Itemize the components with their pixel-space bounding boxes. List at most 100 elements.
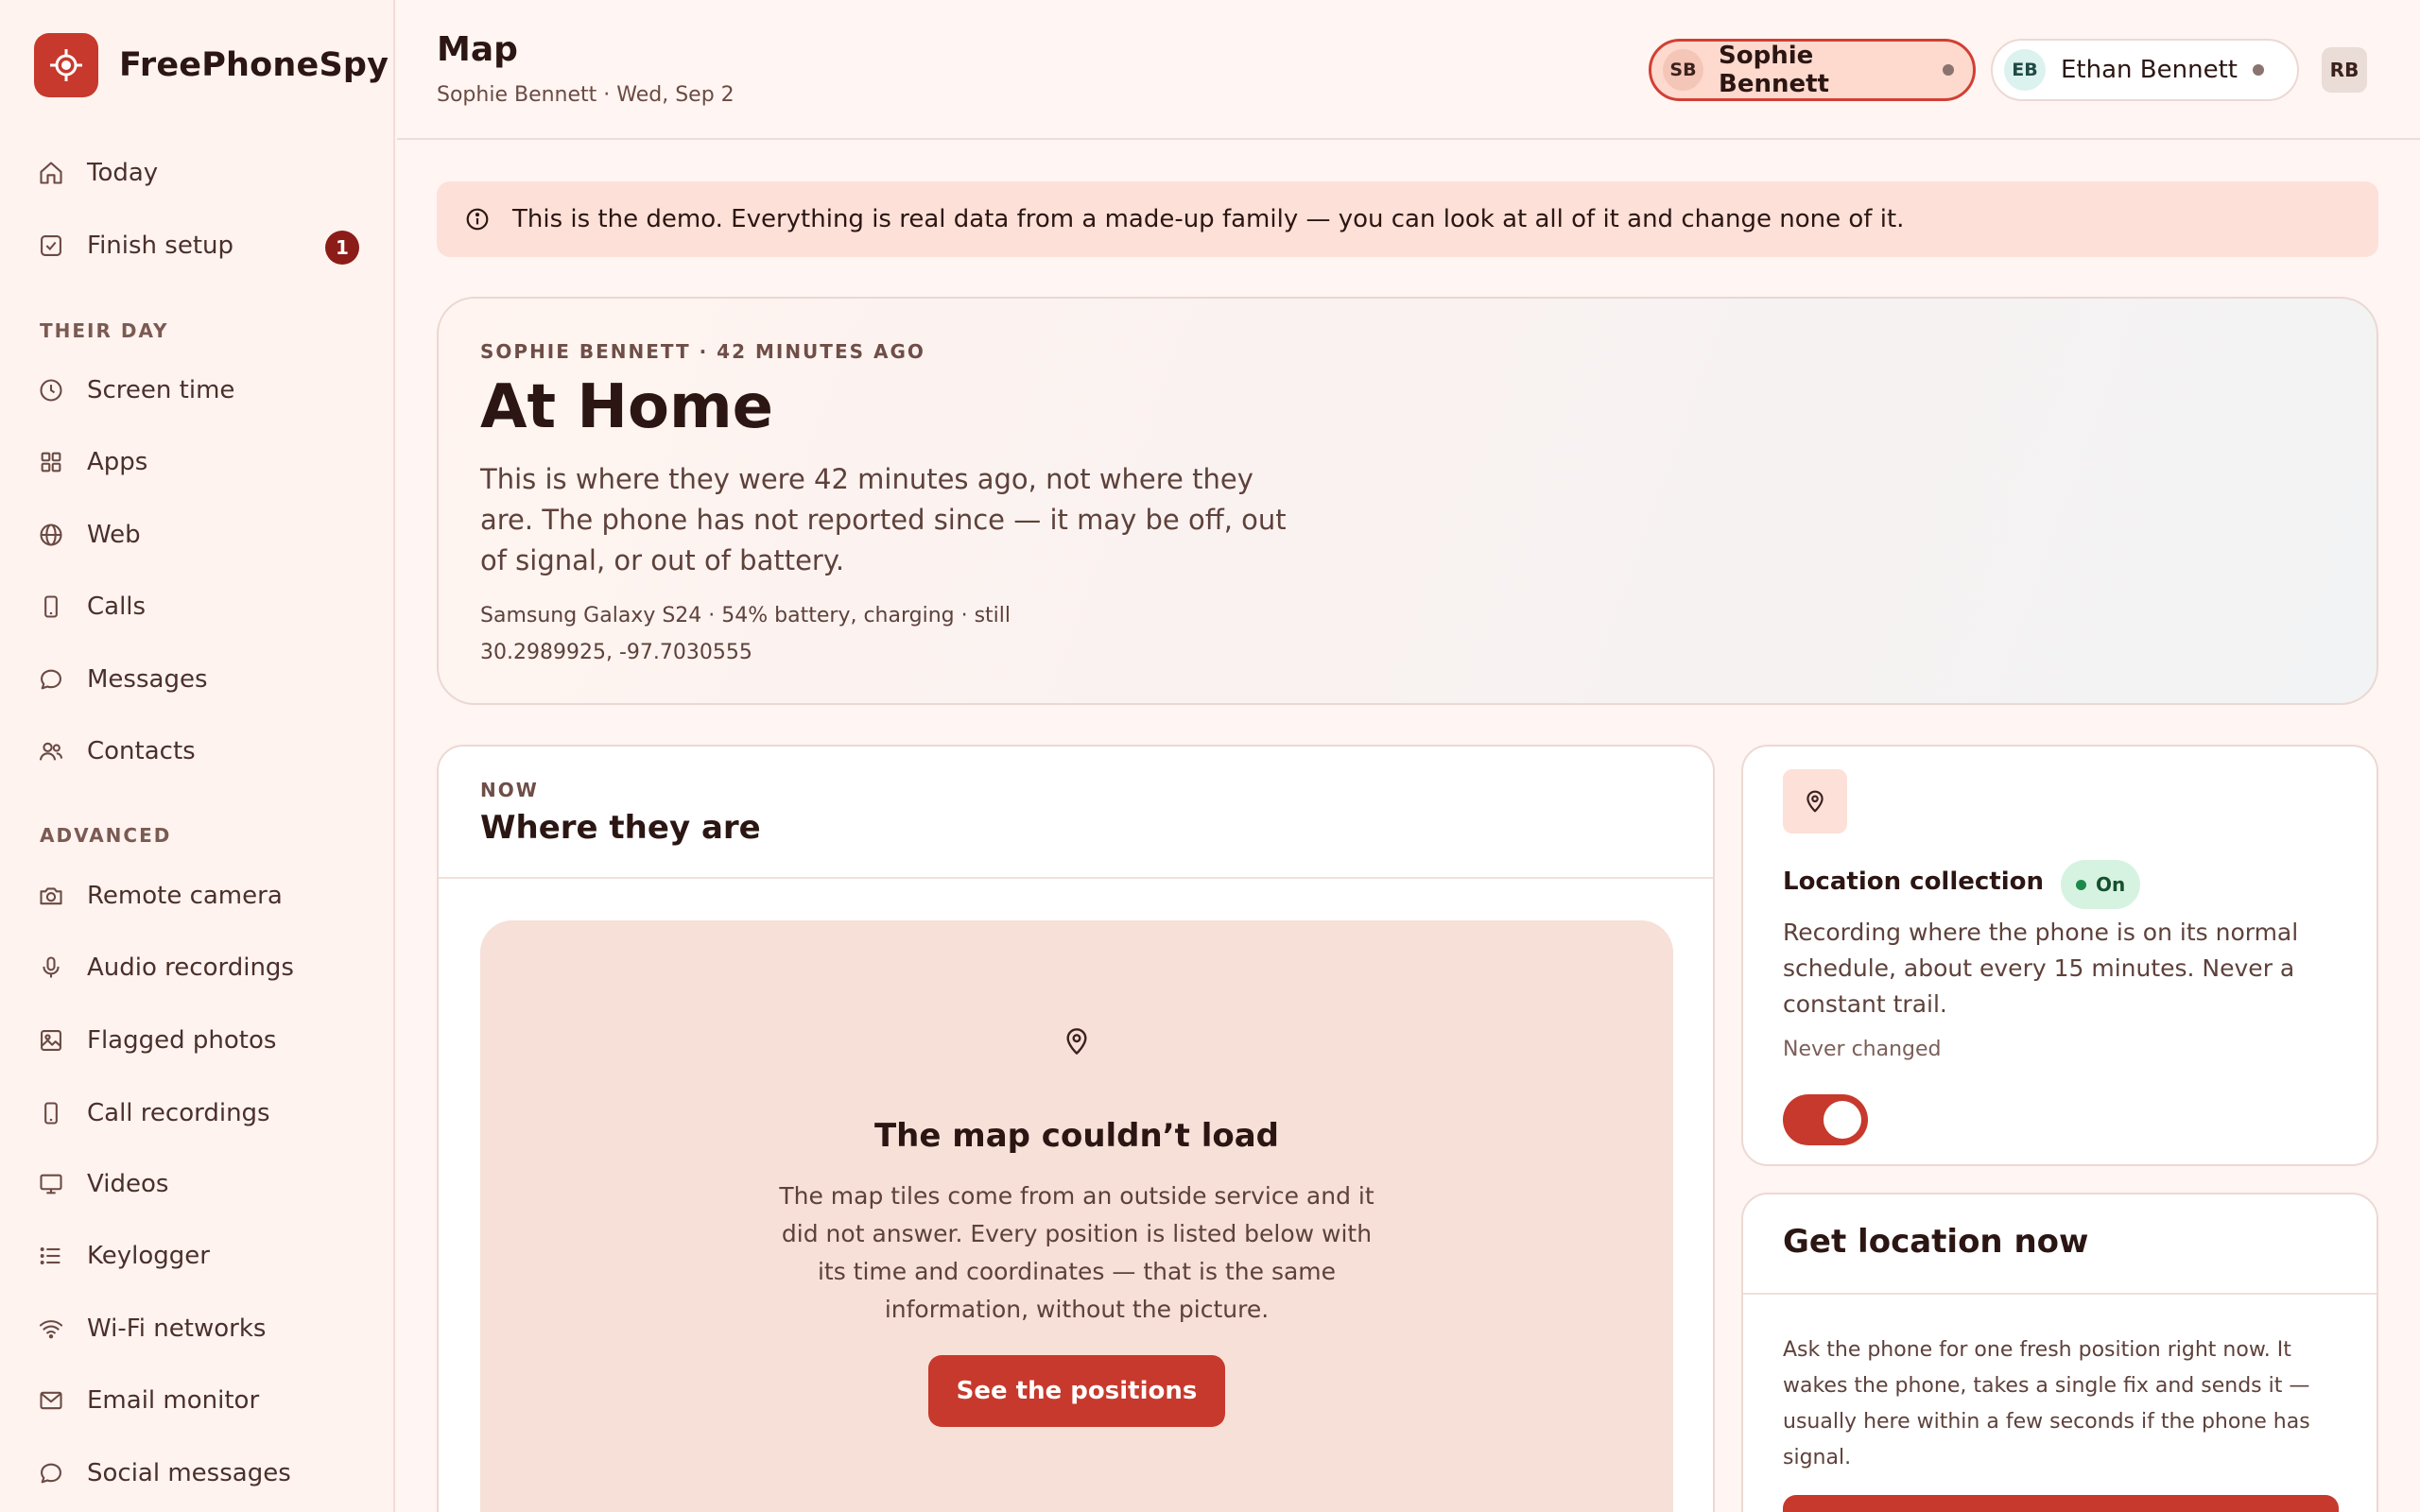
sidebar-item-call-recordings[interactable]: Call recordings <box>38 1087 359 1140</box>
device-line: Samsung Galaxy S24 · 54% battery, chargi… <box>480 604 1011 627</box>
location-collection-description: Recording where the phone is on its norm… <box>1783 919 2299 1018</box>
sidebar-item-remote-camera[interactable]: Remote camera <box>38 869 359 922</box>
last-location-card: SOPHIE BENNETT · 42 MINUTES AGO At Home … <box>437 297 2378 705</box>
profile-name: Sophie Bennett <box>1719 42 1829 98</box>
sidebar-item-label: Today <box>87 159 159 187</box>
map-card-header: NOW Where they are <box>439 747 1713 879</box>
sidebar-item-label: Apps <box>87 448 148 476</box>
sidebar-item-messages[interactable]: Messages <box>38 653 359 706</box>
sidebar-item-screen-time[interactable]: Screen time <box>38 364 359 417</box>
get-location-button[interactable] <box>1783 1495 2339 1512</box>
map-pin-icon <box>1066 1028 1087 1055</box>
crosshair-logo-icon <box>34 33 98 97</box>
sidebar-item-label: Email monitor <box>87 1386 260 1415</box>
sidebar-item-today[interactable]: Today <box>38 146 359 199</box>
phone-icon <box>44 595 58 618</box>
sidebar-item-label: Flagged photos <box>87 1026 277 1055</box>
page-subtitle: Sophie Bennett · Wed, Sep 2 <box>437 83 735 107</box>
checkbox-icon <box>41 235 61 256</box>
nav-section-advanced: ADVANCED <box>40 824 172 847</box>
sidebar-item-label: Finish setup <box>87 232 233 260</box>
sidebar-item-label: Screen time <box>87 376 235 404</box>
sidebar-item-label: Contacts <box>87 737 196 765</box>
avatar: SB <box>1663 49 1704 91</box>
last-changed-text: Never changed <box>1783 1038 1942 1061</box>
profile-switch-ethan[interactable]: EB Ethan Bennett <box>1991 39 2299 101</box>
get-location-title: Get location now <box>1783 1223 2089 1261</box>
sidebar-item-label: Keylogger <box>87 1242 210 1270</box>
chat-bubble-icon <box>41 1463 61 1484</box>
monitor-icon <box>40 1174 62 1194</box>
hero-eyebrow: SOPHIE BENNETT · 42 MINUTES AGO <box>480 340 925 363</box>
map-error-state: The map couldn’t load The map tiles come… <box>480 920 1673 1512</box>
sidebar-item-label: Social messages <box>87 1459 291 1487</box>
hero-title: At Home <box>480 372 774 442</box>
brand[interactable]: FreePhoneSpy <box>34 33 389 97</box>
sidebar-item-label: Remote camera <box>87 882 283 910</box>
page-title: Map <box>437 30 518 69</box>
device-meta: Samsung Galaxy S24 · 54% battery, chargi… <box>480 597 1011 671</box>
hero-description: This is where they were 42 minutes ago, … <box>480 463 1287 576</box>
users-icon <box>39 742 63 761</box>
profile-name: Ethan Bennett <box>2061 56 2238 84</box>
sidebar-item-keylogger[interactable]: Keylogger <box>38 1229 359 1282</box>
sidebar-item-label: Calls <box>87 593 147 621</box>
sidebar: FreePhoneSpy Today Finish setup 1 THEIR … <box>0 0 395 1512</box>
sidebar-item-label: Web <box>87 521 141 549</box>
list-icon <box>40 1247 60 1264</box>
location-collection-title: Location collection <box>1783 868 2045 896</box>
sidebar-item-label: Wi-Fi networks <box>87 1314 267 1343</box>
mail-icon <box>40 1391 62 1410</box>
status-dot <box>2076 879 2086 890</box>
clock-icon <box>40 379 62 402</box>
location-collection-card: Location collection On Recording where t… <box>1741 745 2378 1166</box>
top-header: Map Sophie Bennett · Wed, Sep 2 SB Sophi… <box>397 0 2420 140</box>
sidebar-item-apps[interactable]: Apps <box>38 436 359 489</box>
sidebar-item-web[interactable]: Web <box>38 508 359 561</box>
phone-icon <box>44 1102 58 1125</box>
image-icon <box>41 1030 61 1051</box>
sidebar-item-videos[interactable]: Videos <box>38 1158 359 1211</box>
sidebar-item-label: Call recordings <box>87 1099 270 1127</box>
sidebar-item-wifi-networks[interactable]: Wi-Fi networks <box>38 1302 359 1355</box>
demo-banner: This is the demo. Everything is real dat… <box>437 181 2378 257</box>
sidebar-item-email-monitor[interactable]: Email monitor <box>38 1374 359 1427</box>
microphone-icon <box>43 956 60 978</box>
sidebar-item-audio-recordings[interactable]: Audio recordings <box>38 941 359 994</box>
sidebar-item-calls[interactable]: Calls <box>38 580 359 633</box>
banner-text: This is the demo. Everything is real dat… <box>512 205 1905 233</box>
sidebar-item-flagged-photos[interactable]: Flagged photos <box>38 1014 359 1067</box>
account-avatar[interactable]: RB <box>2322 47 2367 93</box>
get-location-card: Get location now Ask the phone for one f… <box>1741 1193 2378 1512</box>
location-pin-icon <box>1783 769 1847 833</box>
camera-icon <box>40 887 62 905</box>
status-label: On <box>2096 873 2126 896</box>
status-badge: On <box>2061 860 2141 909</box>
brand-name: FreePhoneSpy <box>119 46 389 84</box>
coordinates: 30.2989925, -97.7030555 <box>480 641 752 664</box>
get-location-description: Ask the phone for one fresh position rig… <box>1783 1338 2310 1469</box>
profile-switch-sophie[interactable]: SB Sophie Bennett <box>1649 39 1976 101</box>
home-icon <box>40 162 62 184</box>
map-error-description: The map tiles come from an outside servi… <box>779 1182 1374 1323</box>
see-positions-button[interactable]: See the positions <box>928 1355 1225 1427</box>
globe-icon <box>40 524 62 546</box>
wifi-icon <box>39 1320 63 1339</box>
sidebar-item-label: Videos <box>87 1170 169 1198</box>
map-error-title: The map couldn’t load <box>873 1117 1280 1155</box>
map-eyebrow: NOW <box>480 779 539 801</box>
status-dot <box>2252 64 2264 76</box>
info-icon <box>466 208 489 231</box>
nav-section-their-day: THEIR DAY <box>40 319 169 342</box>
status-dot <box>1943 64 1954 76</box>
sidebar-item-finish-setup[interactable]: Finish setup 1 <box>38 219 359 272</box>
sidebar-item-contacts[interactable]: Contacts <box>38 725 359 778</box>
chat-bubble-icon <box>41 669 61 690</box>
sidebar-item-social-messages[interactable]: Social messages <box>38 1447 359 1500</box>
notification-badge: 1 <box>325 231 359 265</box>
sidebar-item-label: Messages <box>87 665 208 694</box>
map-card: NOW Where they are The map couldn’t load… <box>437 745 1715 1512</box>
location-collection-toggle[interactable] <box>1783 1094 1868 1145</box>
grid-icon <box>41 452 61 472</box>
sidebar-item-label: Audio recordings <box>87 954 294 982</box>
